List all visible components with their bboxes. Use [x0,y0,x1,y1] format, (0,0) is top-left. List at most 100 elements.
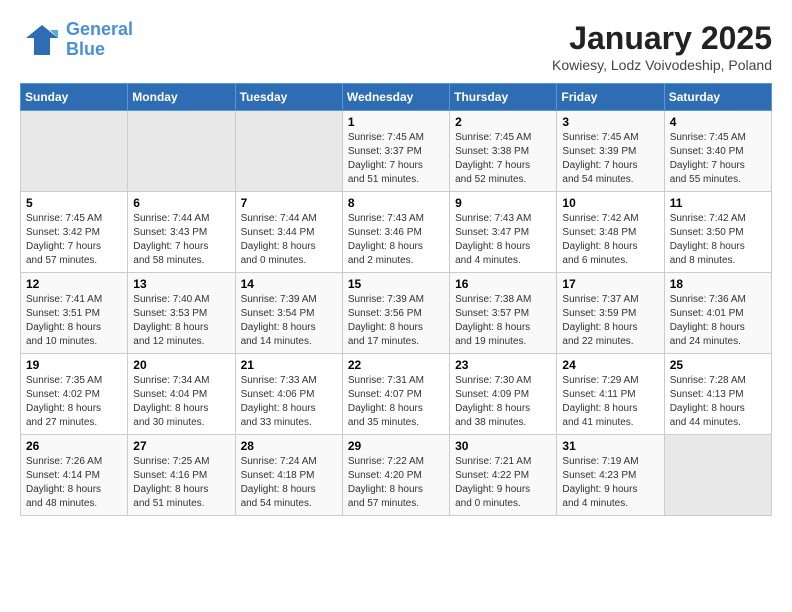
day-number: 16 [455,277,551,291]
day-number: 21 [241,358,337,372]
calendar-cell: 12 Sunrise: 7:41 AM Sunset: 3:51 PM Dayli… [21,273,128,354]
day-number: 12 [26,277,122,291]
calendar-body: 1 Sunrise: 7:45 AM Sunset: 3:37 PM Daylig… [21,111,772,516]
day-info: Sunrise: 7:39 AM Sunset: 3:56 PM Dayligh… [348,293,444,349]
day-info: Sunrise: 7:25 AM Sunset: 4:16 PM Dayligh… [133,455,229,511]
day-info: Sunrise: 7:45 AM Sunset: 3:39 PM Dayligh… [562,131,658,187]
day-number: 28 [241,439,337,453]
calendar-cell: 20 Sunrise: 7:34 AM Sunset: 4:04 PM Dayli… [128,354,235,435]
logo-text: General Blue [66,20,133,60]
day-number: 2 [455,115,551,129]
day-number: 30 [455,439,551,453]
day-info: Sunrise: 7:41 AM Sunset: 3:51 PM Dayligh… [26,293,122,349]
day-number: 27 [133,439,229,453]
header-day: Thursday [450,84,557,111]
day-info: Sunrise: 7:35 AM Sunset: 4:02 PM Dayligh… [26,374,122,430]
header-day: Wednesday [342,84,449,111]
day-info: Sunrise: 7:44 AM Sunset: 3:43 PM Dayligh… [133,212,229,268]
day-number: 8 [348,196,444,210]
calendar-cell: 27 Sunrise: 7:25 AM Sunset: 4:16 PM Dayli… [128,435,235,516]
calendar-cell: 18 Sunrise: 7:36 AM Sunset: 4:01 PM Dayli… [664,273,771,354]
day-number: 3 [562,115,658,129]
calendar-cell: 30 Sunrise: 7:21 AM Sunset: 4:22 PM Dayli… [450,435,557,516]
day-number: 13 [133,277,229,291]
day-number: 9 [455,196,551,210]
day-number: 25 [670,358,766,372]
header-day: Tuesday [235,84,342,111]
calendar-cell: 26Sunrise: 7:26 AM Sunset: 4:14 PM Dayli… [21,435,128,516]
calendar-cell: 5 Sunrise: 7:45 AM Sunset: 3:42 PM Daylig… [21,192,128,273]
calendar-cell [235,111,342,192]
day-number: 29 [348,439,444,453]
header-day: Monday [128,84,235,111]
day-info: Sunrise: 7:21 AM Sunset: 4:22 PM Dayligh… [455,455,551,511]
day-number: 5 [26,196,122,210]
header-day: Sunday [21,84,128,111]
logo: General Blue [20,20,133,60]
calendar-cell [21,111,128,192]
day-number: 17 [562,277,658,291]
day-number: 24 [562,358,658,372]
calendar-cell: 21Sunrise: 7:33 AM Sunset: 4:06 PM Dayli… [235,354,342,435]
day-info: Sunrise: 7:34 AM Sunset: 4:04 PM Dayligh… [133,374,229,430]
calendar-week-row: 5 Sunrise: 7:45 AM Sunset: 3:42 PM Daylig… [21,192,772,273]
calendar-cell: 2 Sunrise: 7:45 AM Sunset: 3:38 PM Daylig… [450,111,557,192]
day-number: 4 [670,115,766,129]
day-number: 15 [348,277,444,291]
calendar-table: SundayMondayTuesdayWednesdayThursdayFrid… [20,83,772,516]
day-info: Sunrise: 7:22 AM Sunset: 4:20 PM Dayligh… [348,455,444,511]
calendar-cell: 31 Sunrise: 7:19 AM Sunset: 4:23 PM Dayli… [557,435,664,516]
header-day: Friday [557,84,664,111]
day-info: Sunrise: 7:45 AM Sunset: 3:37 PM Dayligh… [348,131,444,187]
day-info: Sunrise: 7:42 AM Sunset: 3:50 PM Dayligh… [670,212,766,268]
calendar-header: SundayMondayTuesdayWednesdayThursdayFrid… [21,84,772,111]
logo-icon [20,20,60,60]
day-info: Sunrise: 7:36 AM Sunset: 4:01 PM Dayligh… [670,293,766,349]
day-number: 31 [562,439,658,453]
day-info: Sunrise: 7:45 AM Sunset: 3:42 PM Dayligh… [26,212,122,268]
calendar-cell [664,435,771,516]
day-number: 23 [455,358,551,372]
calendar-cell: 28 Sunrise: 7:24 AM Sunset: 4:18 PM Dayli… [235,435,342,516]
calendar-cell: 6 Sunrise: 7:44 AM Sunset: 3:43 PM Daylig… [128,192,235,273]
calendar-cell: 17 Sunrise: 7:37 AM Sunset: 3:59 PM Dayli… [557,273,664,354]
calendar-cell: 13Sunrise: 7:40 AM Sunset: 3:53 PM Dayli… [128,273,235,354]
calendar-cell: 1 Sunrise: 7:45 AM Sunset: 3:37 PM Daylig… [342,111,449,192]
day-number: 20 [133,358,229,372]
calendar-week-row: 12 Sunrise: 7:41 AM Sunset: 3:51 PM Dayli… [21,273,772,354]
day-number: 6 [133,196,229,210]
day-info: Sunrise: 7:26 AM Sunset: 4:14 PM Dayligh… [26,455,122,511]
page-header: General Blue January 2025 Kowiesy, Lodz … [20,20,772,73]
day-info: Sunrise: 7:38 AM Sunset: 3:57 PM Dayligh… [455,293,551,349]
day-info: Sunrise: 7:43 AM Sunset: 3:46 PM Dayligh… [348,212,444,268]
calendar-cell: 15 Sunrise: 7:39 AM Sunset: 3:56 PM Dayli… [342,273,449,354]
day-info: Sunrise: 7:29 AM Sunset: 4:11 PM Dayligh… [562,374,658,430]
calendar-cell: 7Sunrise: 7:44 AM Sunset: 3:44 PM Daylig… [235,192,342,273]
day-info: Sunrise: 7:24 AM Sunset: 4:18 PM Dayligh… [241,455,337,511]
day-number: 1 [348,115,444,129]
title-block: January 2025 Kowiesy, Lodz Voivodeship, … [552,20,772,73]
calendar-cell: 25Sunrise: 7:28 AM Sunset: 4:13 PM Dayli… [664,354,771,435]
calendar-cell: 24 Sunrise: 7:29 AM Sunset: 4:11 PM Dayli… [557,354,664,435]
calendar-cell [128,111,235,192]
calendar-cell: 22 Sunrise: 7:31 AM Sunset: 4:07 PM Dayli… [342,354,449,435]
day-info: Sunrise: 7:39 AM Sunset: 3:54 PM Dayligh… [241,293,337,349]
day-info: Sunrise: 7:43 AM Sunset: 3:47 PM Dayligh… [455,212,551,268]
calendar-week-row: 19Sunrise: 7:35 AM Sunset: 4:02 PM Dayli… [21,354,772,435]
calendar-cell: 3 Sunrise: 7:45 AM Sunset: 3:39 PM Daylig… [557,111,664,192]
calendar-cell: 16 Sunrise: 7:38 AM Sunset: 3:57 PM Dayli… [450,273,557,354]
day-info: Sunrise: 7:45 AM Sunset: 3:38 PM Dayligh… [455,131,551,187]
subtitle: Kowiesy, Lodz Voivodeship, Poland [552,57,772,73]
day-number: 18 [670,277,766,291]
calendar-cell: 4 Sunrise: 7:45 AM Sunset: 3:40 PM Daylig… [664,111,771,192]
day-info: Sunrise: 7:42 AM Sunset: 3:48 PM Dayligh… [562,212,658,268]
day-number: 22 [348,358,444,372]
day-info: Sunrise: 7:19 AM Sunset: 4:23 PM Dayligh… [562,455,658,511]
day-info: Sunrise: 7:45 AM Sunset: 3:40 PM Dayligh… [670,131,766,187]
header-row: SundayMondayTuesdayWednesdayThursdayFrid… [21,84,772,111]
calendar-cell: 19Sunrise: 7:35 AM Sunset: 4:02 PM Dayli… [21,354,128,435]
day-info: Sunrise: 7:31 AM Sunset: 4:07 PM Dayligh… [348,374,444,430]
day-info: Sunrise: 7:44 AM Sunset: 3:44 PM Dayligh… [241,212,337,268]
calendar-cell: 11Sunrise: 7:42 AM Sunset: 3:50 PM Dayli… [664,192,771,273]
day-info: Sunrise: 7:37 AM Sunset: 3:59 PM Dayligh… [562,293,658,349]
